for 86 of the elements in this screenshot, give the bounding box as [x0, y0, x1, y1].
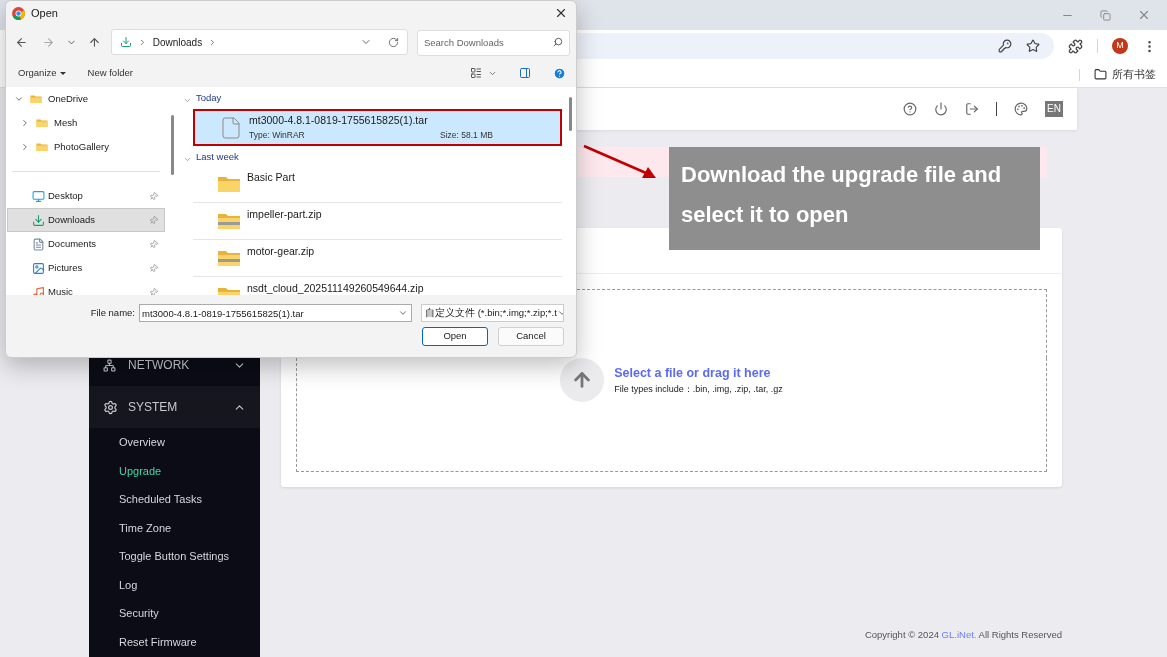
- chevron-right-icon[interactable]: [20, 142, 30, 152]
- quick-access-item[interactable]: Music: [7, 280, 165, 295]
- pin-icon: [147, 285, 160, 295]
- gear-icon: [103, 399, 118, 415]
- upload-title[interactable]: Select a file or drag it here: [614, 364, 783, 383]
- pin-icon: [147, 261, 160, 275]
- chevron-down-icon[interactable]: [183, 155, 192, 164]
- search-field[interactable]: Search Downloads: [416, 29, 570, 56]
- file-types-hint: File types include：.bin, .img, .zip, .tar, .gz: [614, 382, 783, 396]
- up-icon[interactable]: [87, 35, 101, 49]
- power-icon[interactable]: [934, 102, 949, 116]
- language-button[interactable]: EN: [1045, 101, 1063, 117]
- quick-access-item[interactable]: Desktop: [7, 184, 165, 208]
- help-icon[interactable]: [903, 102, 918, 116]
- folder-icon: [1094, 68, 1107, 81]
- browser-logo-icon: [12, 6, 25, 20]
- tree-item[interactable]: PhotoGallery: [6, 135, 166, 159]
- file-row[interactable]: Basic Part: [193, 166, 562, 203]
- restore-icon[interactable]: [1100, 9, 1111, 21]
- star-icon[interactable]: [1026, 39, 1040, 53]
- file-row[interactable]: impeller-part.zip: [193, 203, 562, 240]
- folder-icon: [36, 142, 48, 152]
- chevron-right-icon[interactable]: [20, 118, 30, 128]
- group-header[interactable]: Today: [183, 87, 562, 107]
- desktop-icon: [32, 189, 45, 203]
- close-icon[interactable]: [554, 6, 568, 20]
- address-field[interactable]: Downloads: [110, 29, 408, 55]
- zip-folder-icon: [217, 248, 241, 268]
- music-icon: [32, 285, 45, 295]
- group-header[interactable]: Last week: [183, 146, 562, 166]
- file-row[interactable]: mt3000-4.8.1-0819-1755615825(1).tar Type: WinRAR Size: 58.1 MB: [193, 109, 562, 146]
- pin-icon: [147, 189, 160, 203]
- file-row[interactable]: motor-gear.zip: [193, 240, 562, 277]
- key-icon[interactable]: [998, 39, 1012, 53]
- palette-icon[interactable]: [1014, 102, 1029, 116]
- chevron-down-icon[interactable]: [14, 94, 24, 104]
- open-button[interactable]: Open: [422, 327, 488, 346]
- chevron-down-icon[interactable]: [183, 96, 192, 105]
- back-icon[interactable]: [15, 35, 28, 49]
- annotation-callout: Download the upgrade file and select it to open: [669, 147, 1040, 250]
- sidebar-section[interactable]: SYSTEM: [89, 386, 260, 428]
- sidebar-item[interactable]: Security: [89, 599, 260, 628]
- quick-access-item[interactable]: Pictures: [7, 256, 165, 280]
- preview-pane-icon[interactable]: [519, 67, 531, 79]
- file-name-field[interactable]: mt3000-4.8.1-0819-1755615825(1).tar: [139, 304, 412, 322]
- sidebar-item[interactable]: Upgrade: [89, 456, 260, 485]
- logout-icon[interactable]: [965, 102, 980, 116]
- sidebar-item[interactable]: Toggle Button Settings: [89, 542, 260, 571]
- bookmarks-folder[interactable]: 所有书签: [1094, 66, 1156, 83]
- cancel-button[interactable]: Cancel: [498, 327, 564, 346]
- caret-icon: [59, 71, 66, 75]
- sidebar-item[interactable]: Reset Firmware: [89, 627, 260, 656]
- file-name-label: File name:: [90, 305, 135, 320]
- folder-icon: [30, 94, 42, 104]
- download-icon: [32, 213, 45, 227]
- extensions-icon[interactable]: [1068, 38, 1083, 54]
- tree-item[interactable]: OneDrive: [6, 87, 166, 111]
- view-icon[interactable]: [470, 67, 482, 79]
- quick-access-item[interactable]: Documents: [7, 232, 165, 256]
- organize-menu[interactable]: Organize: [18, 65, 66, 81]
- copyright-text: Copyright © 2024 GL.iNet. All Rights Reserved: [864, 627, 1062, 642]
- upload-icon[interactable]: [560, 358, 605, 402]
- path-segment[interactable]: Downloads: [152, 34, 203, 50]
- sidebar-item[interactable]: Time Zone: [89, 513, 260, 542]
- pin-icon: [147, 237, 160, 251]
- sidebar-item[interactable]: Log: [89, 570, 260, 599]
- profile-avatar[interactable]: M: [1112, 38, 1128, 54]
- pin-icon: [147, 213, 160, 227]
- document-icon: [32, 237, 45, 251]
- folder-icon: [217, 174, 241, 194]
- dialog-title: Open: [31, 5, 59, 21]
- folder-icon: [36, 118, 48, 128]
- file-type-select[interactable]: 自定义文件 (*.bin;*.img;*.zip;*.t: [421, 304, 564, 322]
- chevron-down-icon: [556, 308, 563, 318]
- tree-item[interactable]: Mesh: [6, 111, 166, 135]
- new-folder-button[interactable]: New folder: [87, 65, 133, 81]
- chevron-down-icon[interactable]: [398, 308, 408, 318]
- zip-folder-icon: [217, 211, 241, 231]
- download-icon: [119, 36, 132, 48]
- sidebar-item[interactable]: Overview: [89, 428, 260, 457]
- picture-icon: [32, 261, 45, 275]
- quick-access-item[interactable]: Downloads: [7, 208, 165, 232]
- refresh-icon[interactable]: [387, 36, 399, 48]
- search-icon[interactable]: [553, 37, 563, 47]
- sidebar-item[interactable]: Scheduled Tasks: [89, 485, 260, 514]
- sidebar-section[interactable]: NETWORK: [89, 344, 260, 386]
